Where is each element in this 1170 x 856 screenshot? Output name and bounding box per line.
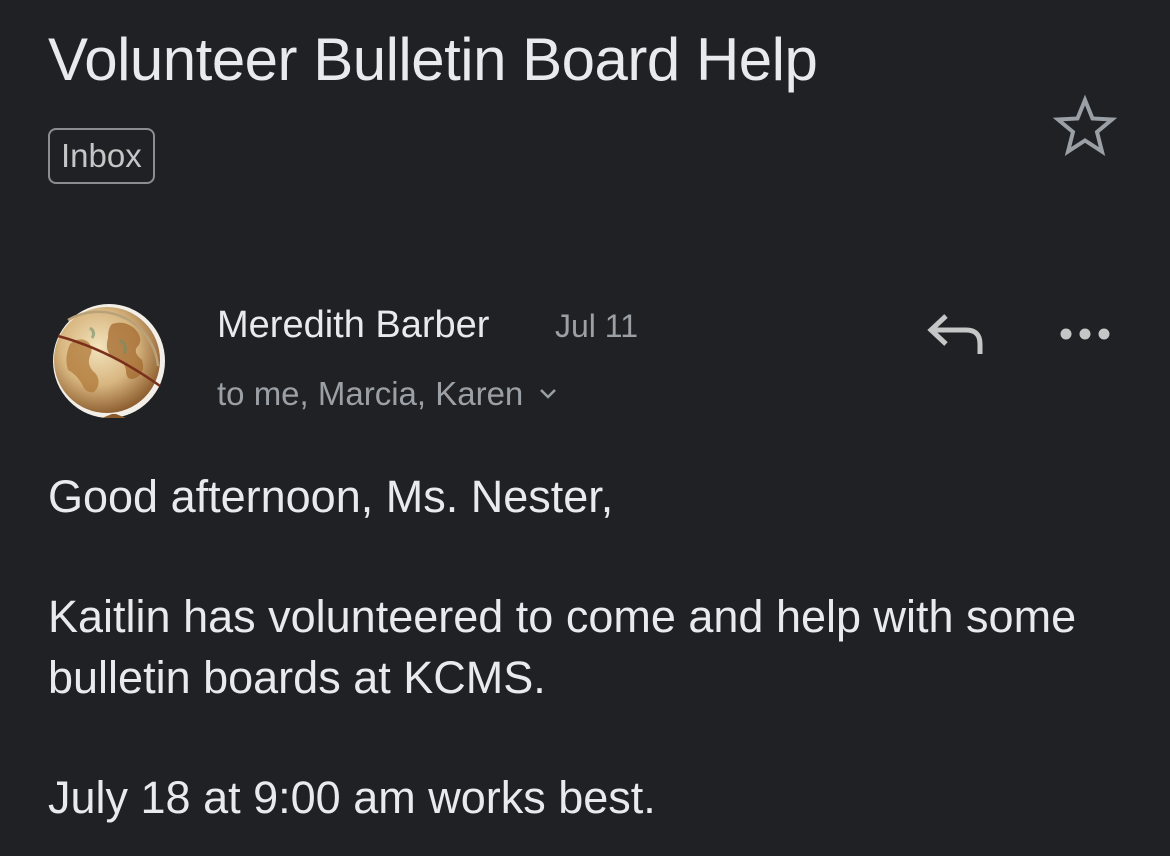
email-subject: Volunteer Bulletin Board Help xyxy=(48,26,818,93)
body-paragraph: July 18 at 9:00 am works best. xyxy=(48,772,656,823)
sender-name[interactable]: Meredith Barber xyxy=(217,302,489,348)
star-icon[interactable] xyxy=(1052,94,1118,160)
recipients-text: to me, Marcia, Karen xyxy=(217,375,524,412)
more-options-icon[interactable] xyxy=(1052,314,1118,354)
sent-date: Jul 11 xyxy=(555,308,639,344)
reply-icon[interactable] xyxy=(918,306,990,366)
body-greeting: Good afternoon, Ms. Nester, xyxy=(48,471,614,522)
chevron-down-icon xyxy=(540,389,557,399)
sender-avatar-globe[interactable] xyxy=(50,300,168,420)
recipients-toggle[interactable]: to me, Marcia, Karen xyxy=(217,374,559,414)
email-body: Good afternoon, Ms. Nester, Kaitlin has … xyxy=(48,466,1128,856)
body-paragraph: Kaitlin has volunteered to come and help… xyxy=(48,591,1077,703)
email-view: Volunteer Bulletin Board Help Inbox Mere… xyxy=(0,0,1170,856)
inbox-label-chip[interactable]: Inbox xyxy=(48,128,155,184)
